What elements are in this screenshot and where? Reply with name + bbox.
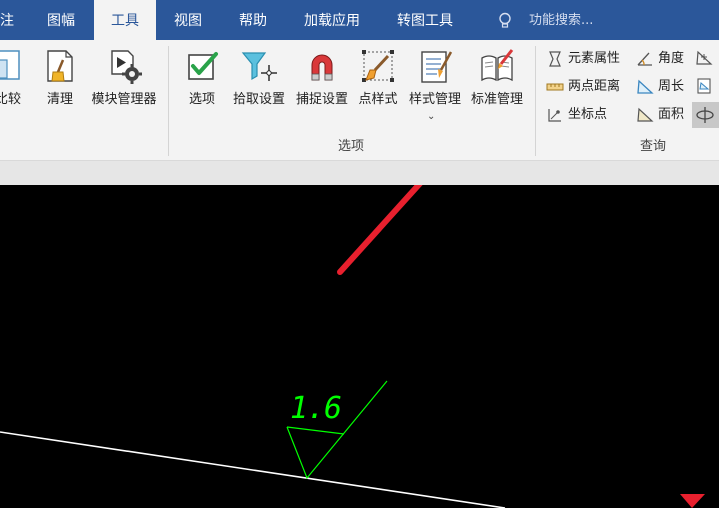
area-icon: [637, 107, 654, 122]
query-extra-button-2[interactable]: [695, 77, 717, 97]
element-properties-button[interactable]: 元素属性: [546, 49, 620, 69]
checkbox-icon: [188, 52, 218, 80]
feature-search-input[interactable]: 功能搜索...: [529, 0, 593, 42]
style-manager-button[interactable]: 样式管理: [405, 48, 465, 107]
query-extra-button-3[interactable]: [692, 102, 719, 128]
lightbulb-icon[interactable]: [498, 12, 512, 30]
magnet-icon: [311, 54, 333, 81]
query-group-label: 查询: [640, 139, 667, 154]
ruler-icon: [546, 83, 564, 90]
drawn-line: [0, 431, 506, 508]
book-pen-icon: [481, 49, 514, 82]
perimeter-label: 周长: [658, 79, 685, 94]
style-doc-icon: [421, 51, 453, 83]
add-measure-icon: [696, 50, 713, 65]
doc-measure-icon: [697, 78, 711, 94]
menu-bar: 注 图幅 工具 视图 帮助 加载应用 转图工具 功能搜索...: [0, 0, 719, 40]
snap-settings-label: 捕捉设置: [295, 92, 348, 107]
element-props-icon: [549, 50, 561, 67]
point-style-button[interactable]: 点样式: [355, 48, 401, 107]
area-label: 面积: [658, 107, 685, 122]
coordinate-icon: [548, 108, 561, 122]
point-brush-icon: [362, 50, 394, 82]
menu-tab-convert-tools[interactable]: 转图工具: [397, 0, 453, 40]
clean-button[interactable]: 清理: [38, 48, 82, 107]
compare-icon: [0, 50, 20, 80]
standard-manager-button[interactable]: 标准管理: [468, 48, 526, 107]
group-separator: [168, 46, 169, 156]
menu-tab-view[interactable]: 视图: [174, 0, 202, 40]
angle-label: 角度: [658, 51, 685, 66]
volume-icon: [696, 107, 714, 123]
pick-settings-button[interactable]: 拾取设置: [229, 48, 289, 107]
point-style-label: 点样式: [358, 92, 398, 107]
ribbon-bottom-strip: [0, 160, 719, 185]
area-button[interactable]: 面积: [636, 105, 684, 125]
pick-settings-label: 拾取设置: [232, 92, 285, 107]
menu-tab-help[interactable]: 帮助: [239, 0, 267, 40]
group-separator: [535, 46, 536, 156]
ribbon-panel: 比较 清理 模块管理器 选项 拾取设置 捕捉设置 点样式 样式管理 ⌄ 标准管理…: [0, 40, 719, 160]
options-button[interactable]: 选项: [180, 48, 224, 107]
funnel-pick-icon: [241, 52, 277, 81]
compare-label: 比较: [0, 92, 21, 107]
angle-button[interactable]: 角度: [636, 49, 684, 69]
red-corner-marker: [680, 494, 705, 508]
options-group-label: 选项: [338, 139, 365, 154]
perimeter-icon: [637, 79, 654, 94]
standard-manager-label: 标准管理: [470, 92, 523, 107]
menu-tab-annotate[interactable]: 注: [0, 0, 20, 40]
roughness-value-text: 1.6: [290, 391, 342, 426]
compare-button[interactable]: 比较: [0, 48, 32, 107]
broom-icon: [47, 50, 73, 82]
module-manager-label: 模块管理器: [91, 92, 157, 107]
perimeter-button[interactable]: 周长: [636, 77, 684, 97]
two-point-distance-button[interactable]: 两点距离: [546, 77, 620, 97]
menu-tab-tools[interactable]: 工具: [94, 0, 156, 40]
module-gear-icon: [111, 50, 142, 84]
menu-tab-frame[interactable]: 图幅: [47, 0, 75, 40]
drawing-canvas[interactable]: 1.6: [0, 185, 719, 508]
menu-tab-load-apps[interactable]: 加载应用: [304, 0, 360, 40]
clean-label: 清理: [46, 92, 73, 107]
module-manager-button[interactable]: 模块管理器: [87, 48, 161, 107]
red-annotation-arrow: [337, 185, 423, 275]
angle-icon: [637, 52, 652, 66]
coordinate-point-label: 坐标点: [568, 107, 608, 122]
two-point-distance-label: 两点距离: [568, 79, 621, 94]
options-label: 选项: [188, 92, 215, 107]
style-manager-label: 样式管理: [408, 92, 461, 107]
element-properties-label: 元素属性: [568, 51, 621, 66]
query-extra-button-1[interactable]: [695, 49, 717, 69]
style-manager-dropdown-icon[interactable]: ⌄: [427, 111, 435, 122]
snap-settings-button[interactable]: 捕捉设置: [292, 48, 352, 107]
coordinate-point-button[interactable]: 坐标点: [546, 105, 607, 125]
